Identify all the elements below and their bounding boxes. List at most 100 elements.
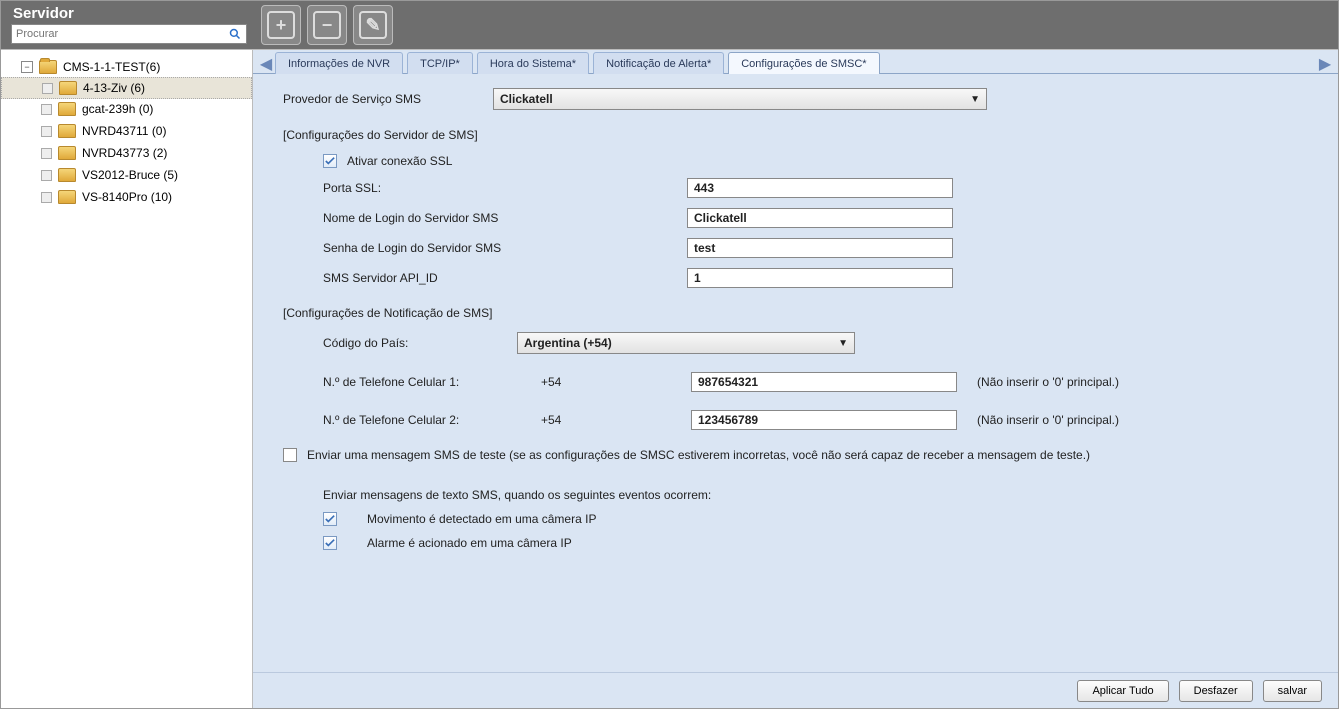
api-id-value: 1 <box>694 271 701 285</box>
collapse-icon[interactable]: − <box>21 61 33 73</box>
phone1-prefix: +54 <box>541 375 691 389</box>
phone1-value: 987654321 <box>698 375 758 389</box>
ssl-port-input[interactable]: 443 <box>687 178 953 198</box>
tab-nvr-info[interactable]: Informações de NVR <box>275 52 403 74</box>
undo-button[interactable]: Desfazer <box>1179 680 1253 702</box>
phone2-label: N.º de Telefone Celular 2: <box>323 413 541 427</box>
tab-tcpip[interactable]: TCP/IP* <box>407 52 473 74</box>
tree-item-2[interactable]: NVRD43711 (0) <box>1 120 252 142</box>
event-motion-checkbox[interactable] <box>323 512 337 526</box>
phone2-hint: (Não inserir o '0' principal.) <box>977 413 1119 427</box>
tab-label: Informações de NVR <box>288 58 390 70</box>
phone1-hint: (Não inserir o '0' principal.) <box>977 375 1119 389</box>
tree-item-5[interactable]: VS-8140Pro (10) <box>1 186 252 208</box>
tab-alert-notification[interactable]: Notificação de Alerta* <box>593 52 724 74</box>
sidebar: − CMS-1-1-TEST(6) 4-13-Ziv (6) gcat-239h… <box>1 49 253 708</box>
tree-root-label: CMS-1-1-TEST(6) <box>63 60 160 74</box>
app-window: Servidor + − ✎ − CMS-1-1-TEST(6) <box>0 0 1339 709</box>
login-pass-label: Senha de Login do Servidor SMS <box>323 241 687 255</box>
remove-button[interactable]: − <box>307 5 347 45</box>
ssl-enable-label: Ativar conexão SSL <box>347 154 452 168</box>
body: − CMS-1-1-TEST(6) 4-13-Ziv (6) gcat-239h… <box>1 49 1338 708</box>
row-login-pass: Senha de Login do Servidor SMS test <box>283 238 1308 258</box>
search-input[interactable] <box>16 28 228 40</box>
row-test-sms: Enviar uma mensagem SMS de teste (se as … <box>283 448 1308 462</box>
phone2-prefix: +54 <box>541 413 691 427</box>
tab-smsc-config[interactable]: Configurações de SMSC* <box>728 52 879 74</box>
provider-select[interactable]: Clickatell ▼ <box>493 88 987 110</box>
tab-label: Configurações de SMSC* <box>741 58 866 70</box>
connector-icon <box>41 148 52 159</box>
ssl-enable-checkbox[interactable] <box>323 154 337 168</box>
apply-all-button[interactable]: Aplicar Tudo <box>1077 680 1168 702</box>
content-scroll[interactable]: Provedor de Serviço SMS Clickatell ▼ [Co… <box>253 74 1338 672</box>
tab-system-time[interactable]: Hora do Sistema* <box>477 52 589 74</box>
row-events-intro: Enviar mensagens de texto SMS, quando os… <box>283 488 1308 502</box>
footer: Aplicar Tudo Desfazer salvar <box>253 672 1338 708</box>
tree-item-3[interactable]: NVRD43773 (2) <box>1 142 252 164</box>
connector-icon <box>41 192 52 203</box>
chevron-down-icon: ▼ <box>970 94 980 105</box>
country-select[interactable]: Argentina (+54) ▼ <box>517 332 855 354</box>
phone1-label: N.º de Telefone Celular 1: <box>323 375 541 389</box>
tree-item-4[interactable]: VS2012-Bruce (5) <box>1 164 252 186</box>
save-label: salvar <box>1278 685 1307 697</box>
folder-icon <box>58 102 76 116</box>
phone2-input[interactable]: 123456789 <box>691 410 957 430</box>
row-phone1: N.º de Telefone Celular 1: +54 987654321… <box>283 372 1308 392</box>
ssl-port-label: Porta SSL: <box>323 181 687 195</box>
tree: − CMS-1-1-TEST(6) 4-13-Ziv (6) gcat-239h… <box>1 56 252 208</box>
tab-strip: ◀ Informações de NVR TCP/IP* Hora do Sis… <box>253 50 1338 74</box>
main: ◀ Informações de NVR TCP/IP* Hora do Sis… <box>253 49 1338 708</box>
connector-icon <box>42 83 53 94</box>
test-sms-checkbox[interactable] <box>283 448 297 462</box>
top-bar: Servidor + − ✎ <box>1 1 1338 49</box>
tree-item-label: VS-8140Pro (10) <box>82 190 172 204</box>
folder-icon <box>39 60 57 74</box>
login-name-value: Clickatell <box>694 211 747 225</box>
tab-label: Hora do Sistema* <box>490 58 576 70</box>
provider-value: Clickatell <box>500 92 553 106</box>
tab-scroll-left[interactable]: ◀ <box>259 55 273 73</box>
toolbar: + − ✎ <box>261 1 393 45</box>
connector-icon <box>41 126 52 137</box>
phone1-input[interactable]: 987654321 <box>691 372 957 392</box>
api-id-input[interactable]: 1 <box>687 268 953 288</box>
tree-item-1[interactable]: gcat-239h (0) <box>1 98 252 120</box>
event-motion-label: Movimento é detectado em uma câmera IP <box>367 512 596 526</box>
phone2-value: 123456789 <box>698 413 758 427</box>
login-pass-input[interactable]: test <box>687 238 953 258</box>
login-pass-value: test <box>694 241 715 255</box>
add-button[interactable]: + <box>261 5 301 45</box>
login-name-label: Nome de Login do Servidor SMS <box>323 211 687 225</box>
tree-root[interactable]: − CMS-1-1-TEST(6) <box>1 56 252 78</box>
folder-icon <box>58 146 76 160</box>
row-event-alarm: Alarme é acionado em uma câmera IP <box>283 536 1308 550</box>
folder-icon <box>58 168 76 182</box>
search-icon[interactable] <box>228 27 242 41</box>
row-country: Código do País: Argentina (+54) ▼ <box>283 332 1308 354</box>
country-label: Código do País: <box>323 336 517 350</box>
country-value: Argentina (+54) <box>524 336 612 350</box>
search-box[interactable] <box>11 24 247 44</box>
test-sms-label: Enviar uma mensagem SMS de teste (se as … <box>307 448 1090 462</box>
tree-item-0[interactable]: 4-13-Ziv (6) <box>1 77 252 99</box>
apply-all-label: Aplicar Tudo <box>1092 685 1153 697</box>
ssl-port-value: 443 <box>694 181 714 195</box>
undo-label: Desfazer <box>1194 685 1238 697</box>
row-provider: Provedor de Serviço SMS Clickatell ▼ <box>283 88 1308 110</box>
save-button[interactable]: salvar <box>1263 680 1322 702</box>
edit-button[interactable]: ✎ <box>353 5 393 45</box>
folder-icon <box>59 81 77 95</box>
tab-scroll-right[interactable]: ▶ <box>1318 55 1332 73</box>
login-name-input[interactable]: Clickatell <box>687 208 953 228</box>
content-wrap: Provedor de Serviço SMS Clickatell ▼ [Co… <box>253 74 1338 708</box>
folder-icon <box>58 124 76 138</box>
row-login-name: Nome de Login do Servidor SMS Clickatell <box>283 208 1308 228</box>
connector-icon <box>41 170 52 181</box>
event-alarm-checkbox[interactable] <box>323 536 337 550</box>
row-phone2: N.º de Telefone Celular 2: +54 123456789… <box>283 410 1308 430</box>
row-event-motion: Movimento é detectado em uma câmera IP <box>283 512 1308 526</box>
row-api-id: SMS Servidor API_ID 1 <box>283 268 1308 288</box>
tree-item-label: NVRD43773 (2) <box>82 146 167 160</box>
